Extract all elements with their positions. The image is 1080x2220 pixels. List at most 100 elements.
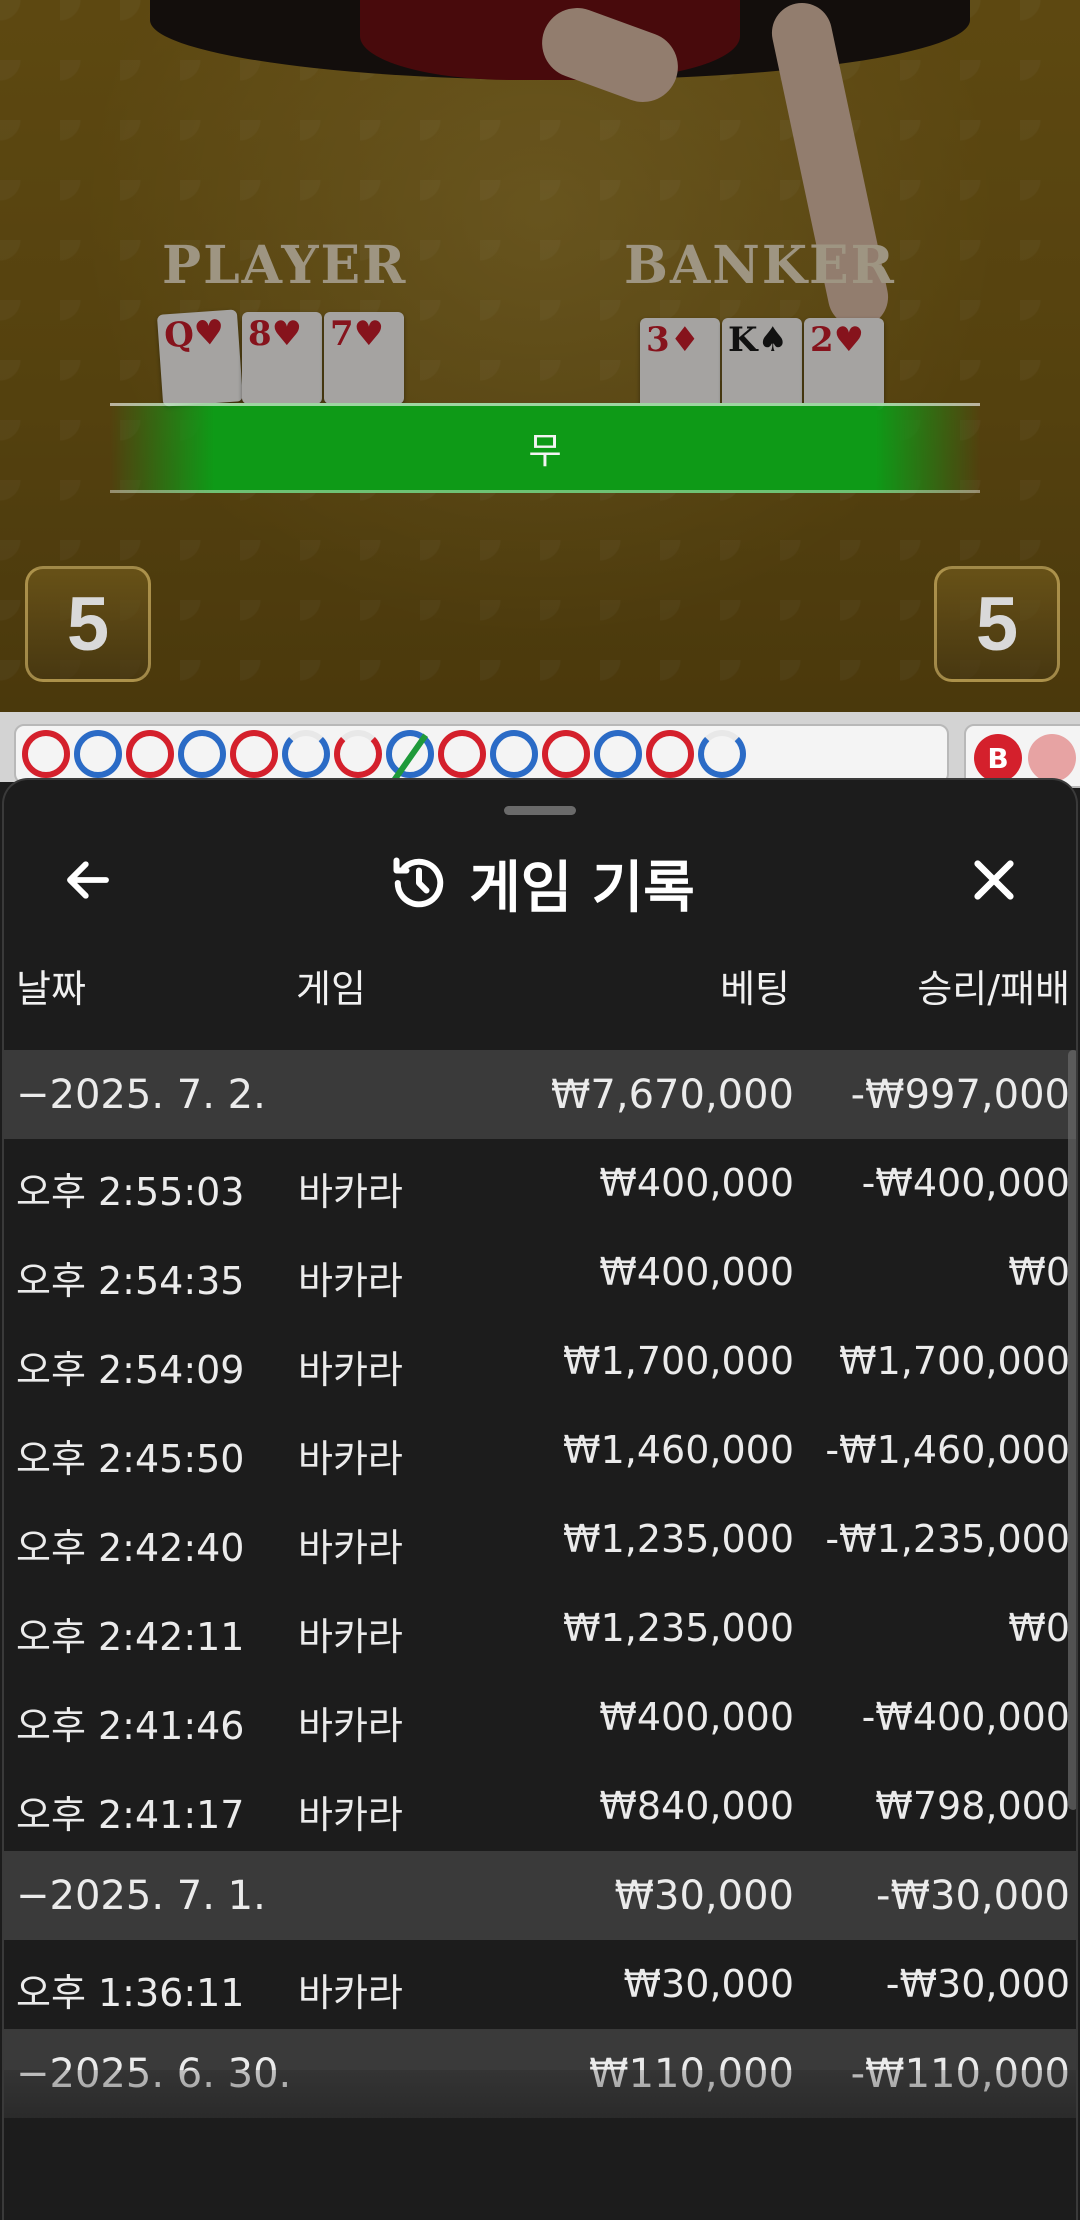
row-game: 바카라 [298, 1348, 403, 1392]
header-winloss[interactable]: 승리/패배 [917, 958, 1070, 1013]
playing-card: Q♥ [156, 309, 244, 407]
history-row[interactable]: 오후 2:54:09 바카라 ₩1,700,000 ₩1,700,000 [4, 1317, 1076, 1406]
row-bet: ₩1,235,000 [563, 1606, 794, 1650]
history-list: −2025. 7. 2. ₩7,670,000 -₩997,000 오후 2:55:0… [4, 1050, 1076, 2118]
drag-handle[interactable] [504, 806, 576, 815]
row-bet: ₩30,000 [614, 1873, 794, 1919]
row-date: 오후 2:41:46 [16, 1704, 245, 1748]
row-bet: ₩110,000 [589, 2051, 794, 2097]
row-date: 오후 2:54:09 [16, 1348, 245, 1392]
row-bet: ₩30,000 [623, 1962, 794, 2006]
playing-card: 7♥ [324, 312, 404, 404]
history-row[interactable]: 오후 2:55:03 바카라 ₩400,000 -₩400,000 [4, 1139, 1076, 1228]
row-date: −2025. 7. 2. [16, 1072, 266, 1118]
row-winloss: -₩30,000 [885, 1962, 1070, 2006]
row-bet: ₩400,000 [599, 1161, 794, 1205]
road-bead [230, 730, 278, 778]
tie-slash [389, 733, 429, 782]
row-game: 바카라 [298, 1704, 403, 1748]
row-date: 오후 1:36:11 [16, 1971, 245, 2015]
row-winloss: ₩798,000 [875, 1784, 1070, 1828]
close-button[interactable] [954, 840, 1034, 920]
road-bead [334, 730, 382, 778]
row-winloss: -₩1,460,000 [825, 1428, 1070, 1472]
history-row[interactable]: 오후 2:54:35 바카라 ₩400,000 ₩0 [4, 1228, 1076, 1317]
row-date: 오후 2:45:50 [16, 1437, 245, 1481]
row-winloss: ₩0 [1008, 1250, 1070, 1294]
row-bet: ₩7,670,000 [550, 1072, 794, 1118]
row-winloss: -₩110,000 [850, 2051, 1070, 2097]
row-game: 바카라 [298, 1615, 403, 1659]
banker-label: BANKER [624, 235, 896, 296]
history-row[interactable]: 오후 1:36:11 바카라 ₩30,000 -₩30,000 [4, 1940, 1076, 2029]
row-winloss: ₩0 [1008, 1606, 1070, 1650]
history-row[interactable]: 오후 2:42:11 바카라 ₩1,235,000 ₩0 [4, 1584, 1076, 1673]
player-label: PLAYER [162, 235, 408, 296]
road-bead [594, 730, 642, 778]
road-bead [22, 730, 70, 778]
sheet-title: 게임 기록 [469, 855, 695, 921]
row-bet: ₩1,700,000 [563, 1339, 794, 1383]
row-winloss: -₩997,000 [850, 1072, 1070, 1118]
live-video: PLAYER BANKER Q♥ 8♥ 7♥ 3♦ K♠ 2♥ [0, 0, 1080, 712]
road-bead [386, 730, 434, 782]
row-bet: ₩1,235,000 [563, 1517, 794, 1561]
date-group-row[interactable]: −2025. 6. 30. ₩110,000 -₩110,000 [4, 2029, 1076, 2118]
row-game: 바카라 [298, 1793, 403, 1837]
row-game: 바카라 [298, 1971, 403, 2015]
row-date: −2025. 7. 1. [16, 1873, 266, 1919]
playing-card: 3♦ [640, 318, 720, 410]
dealer-arm [766, 0, 894, 333]
road-bead [438, 730, 486, 778]
row-game: 바카라 [298, 1526, 403, 1570]
road-bead [646, 730, 694, 778]
road-bead [282, 730, 330, 778]
result-text: 무 [528, 431, 562, 472]
history-row[interactable]: 오후 2:41:17 바카라 ₩840,000 ₩798,000 [4, 1762, 1076, 1851]
close-icon [974, 860, 1014, 900]
road-bead [490, 730, 538, 778]
row-bet: ₩1,460,000 [563, 1428, 794, 1472]
road-bead [698, 730, 746, 778]
date-group-row[interactable]: −2025. 7. 2. ₩7,670,000 -₩997,000 [4, 1050, 1076, 1139]
table-rim [150, 0, 970, 80]
header-bet[interactable]: 베팅 [720, 958, 790, 1013]
row-date: 오후 2:54:35 [16, 1259, 245, 1303]
scrollbar[interactable] [1068, 1050, 1076, 1810]
bead-road[interactable] [14, 724, 949, 784]
history-row[interactable]: 오후 2:41:46 바카라 ₩400,000 -₩400,000 [4, 1673, 1076, 1762]
roadmap: B [0, 712, 1080, 788]
row-game: 바카라 [298, 1437, 403, 1481]
dealer [360, 0, 740, 80]
history-icon [393, 857, 444, 908]
banker-chip: B [974, 734, 1022, 782]
history-row[interactable]: 오후 2:42:40 바카라 ₩1,235,000 -₩1,235,000 [4, 1495, 1076, 1584]
header-date[interactable]: 날짜 [16, 958, 86, 1013]
row-date: 오후 2:42:11 [16, 1615, 245, 1659]
player-score: 5 [25, 566, 151, 682]
row-date: 오후 2:41:17 [16, 1793, 245, 1837]
row-bet: ₩400,000 [599, 1250, 794, 1294]
row-bet: ₩400,000 [599, 1695, 794, 1739]
history-row[interactable]: 오후 2:45:50 바카라 ₩1,460,000 -₩1,460,000 [4, 1406, 1076, 1495]
row-date: 오후 2:55:03 [16, 1170, 245, 1214]
sheet-header: 게임 기록 [4, 848, 1076, 921]
road-bead [74, 730, 122, 778]
row-winloss: -₩30,000 [876, 1873, 1070, 1919]
row-game: 바카라 [298, 1170, 403, 1214]
banker-chip-next [1028, 734, 1076, 782]
dealer-arm [532, 0, 688, 112]
row-winloss: -₩1,235,000 [825, 1517, 1070, 1561]
row-winloss: ₩1,700,000 [839, 1339, 1070, 1383]
road-bead [178, 730, 226, 778]
playing-card: K♠ [722, 318, 802, 410]
header-game[interactable]: 게임 [296, 958, 366, 1013]
column-headers: 날짜 게임 베팅 승리/패배 [4, 948, 1076, 1018]
row-winloss: -₩400,000 [861, 1161, 1070, 1205]
road-bead [542, 730, 590, 778]
playing-card: 2♥ [804, 318, 884, 410]
row-date: 오후 2:42:40 [16, 1526, 245, 1570]
banker-score: 5 [934, 566, 1060, 682]
date-group-row[interactable]: −2025. 7. 1. ₩30,000 -₩30,000 [4, 1851, 1076, 1940]
row-date: −2025. 6. 30. [16, 2051, 292, 2097]
